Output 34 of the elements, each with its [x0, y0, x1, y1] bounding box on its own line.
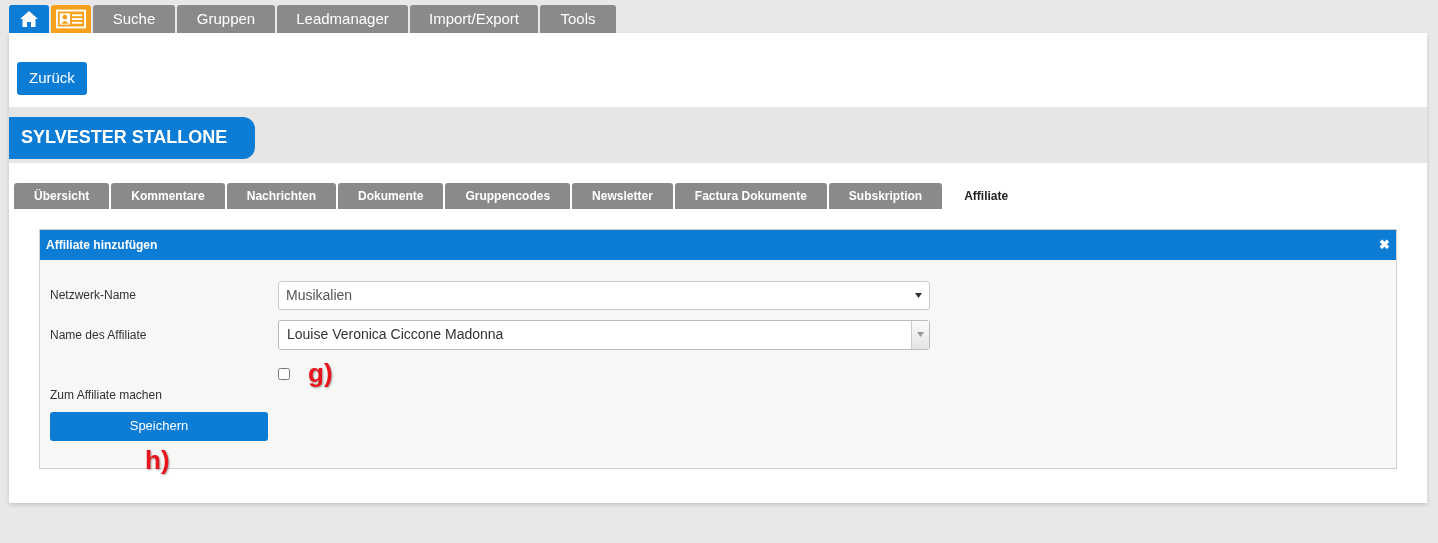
checkbox[interactable]: [278, 367, 290, 380]
nav-tab[interactable]: Leadmanager: [277, 5, 408, 33]
tab[interactable]: Nachrichten: [226, 182, 337, 209]
tab[interactable]: Affiliate: [944, 182, 1029, 209]
field-label: Name des Affiliate: [50, 326, 148, 344]
save-button[interactable]: Speichern: [50, 411, 268, 441]
panel-title: Affiliate hinzufügen: [46, 236, 158, 254]
dropdown-caret-icon: [915, 292, 922, 298]
tab[interactable]: Newsletter: [572, 182, 673, 209]
tab[interactable]: Gruppencodes: [445, 182, 571, 209]
combo-value: Louise Veronica Ciccone Madonna: [287, 325, 504, 344]
home-tab[interactable]: [9, 5, 49, 33]
field-label: Netzwerk-Name: [50, 287, 137, 304]
back-button[interactable]: Zurück: [17, 62, 87, 95]
contact-name: SYLVESTER STALLONE: [9, 116, 256, 159]
select-value: Musikalien: [286, 285, 353, 305]
annotation-label: h): [145, 446, 170, 473]
field-label: Zum Affiliate machen: [50, 386, 163, 404]
nav-tab[interactable]: Import/Export: [410, 5, 538, 33]
combo-field[interactable]: Louise Veronica Ciccone Madonna: [278, 319, 930, 350]
annotation-label: g): [308, 359, 333, 386]
nav-tab[interactable]: Tools: [540, 5, 616, 33]
tab[interactable]: Kommentare: [111, 182, 225, 209]
tab[interactable]: Übersicht: [14, 182, 110, 209]
dropdown-caret-icon: [917, 332, 924, 337]
nav-tab[interactable]: Gruppen: [177, 5, 275, 33]
close-icon[interactable]: ✖: [1379, 234, 1390, 255]
home-icon: [19, 10, 39, 28]
tab[interactable]: Factura Dokumente: [674, 182, 827, 209]
nav-tab[interactable]: Suche: [93, 5, 175, 33]
tab[interactable]: Subskription: [828, 182, 943, 209]
tab[interactable]: Dokumente: [338, 182, 444, 209]
contact-card-icon: [56, 9, 86, 29]
select-field[interactable]: Musikalien: [278, 280, 930, 310]
